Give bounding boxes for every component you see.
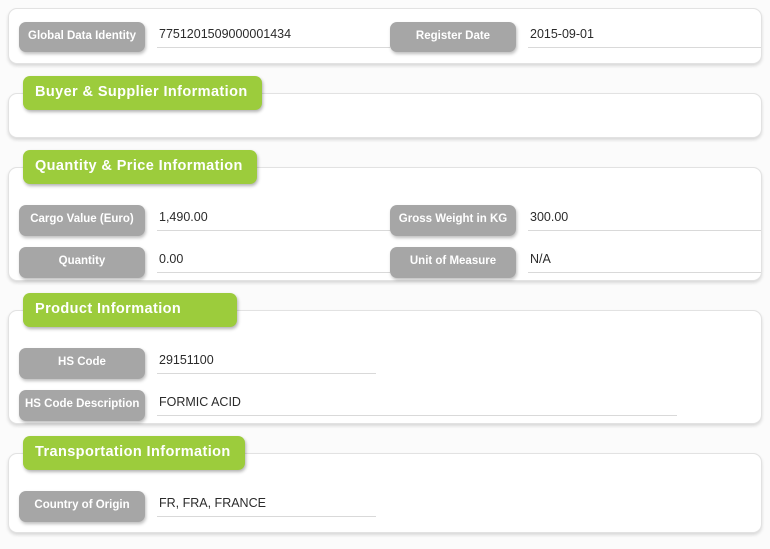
transportation-information-panel: Transportation Information Country of Or… (8, 436, 762, 533)
section-header-transportation-information: Transportation Information (23, 436, 245, 470)
field-value-hs-code-description: FORMIC ACID (159, 395, 241, 410)
field-row: Quantity 0.00 Unit of Measure N/A (19, 247, 761, 289)
identity-panel: Global Data Identity 7751201509000001434… (8, 8, 762, 64)
field-hs-code-description: HS Code Description FORMIC ACID (19, 390, 677, 421)
field-label-cargo-value-euro: Cargo Value (Euro) (19, 205, 145, 236)
field-cargo-value-euro: Cargo Value (Euro) 1,490.00 (19, 205, 390, 236)
field-label-unit-of-measure: Unit of Measure (390, 247, 516, 278)
field-label-country-of-origin: Country of Origin (19, 491, 145, 522)
field-value-wrap[interactable]: 29151100 (157, 352, 376, 375)
field-value-wrap[interactable]: FR, FRA, FRANCE (157, 495, 376, 518)
field-value-wrap[interactable]: 300.00 (528, 209, 761, 232)
section-header-product-information: Product Information (23, 293, 237, 327)
buyer-supplier-section: Buyer & Supplier Information (8, 76, 762, 138)
field-label-quantity: Quantity (19, 247, 145, 278)
field-value-unit-of-measure: N/A (530, 252, 551, 267)
field-label-gross-weight-kg: Gross Weight in KG (390, 205, 516, 236)
section-header-buyer-supplier: Buyer & Supplier Information (23, 76, 262, 110)
field-row: Global Data Identity 7751201509000001434… (19, 9, 761, 65)
product-information-section: Product Information HS Code 29151100 HS … (8, 293, 762, 424)
quantity-price-section: Quantity & Price Information Cargo Value… (8, 150, 762, 281)
field-register-date: Register Date 2015-09-01 (390, 21, 761, 53)
field-value-cargo-value-euro: 1,490.00 (159, 210, 208, 225)
field-label-hs-code-description: HS Code Description (19, 390, 145, 421)
field-gross-weight-kg: Gross Weight in KG 300.00 (390, 205, 761, 236)
field-value-register-date: 2015-09-01 (530, 27, 594, 41)
field-value-quantity: 0.00 (159, 252, 184, 267)
field-row: HS Code Description FORMIC ACID (19, 390, 751, 432)
field-value-wrap[interactable]: 2015-09-01 (528, 26, 761, 48)
field-label-hs-code: HS Code (19, 348, 145, 379)
field-value-wrap[interactable]: 7751201509000001434 (157, 26, 390, 48)
field-value-wrap[interactable]: FORMIC ACID (157, 394, 677, 417)
quantity-price-panel: Quantity & Price Information Cargo Value… (8, 150, 762, 281)
field-unit-of-measure: Unit of Measure N/A (390, 247, 761, 278)
transportation-information-section: Transportation Information Country of Or… (8, 436, 762, 533)
field-global-data-identity: Global Data Identity 7751201509000001434 (19, 21, 390, 53)
field-value-hs-code: 29151100 (159, 353, 214, 368)
field-hs-code: HS Code 29151100 (19, 348, 390, 379)
field-value-wrap[interactable]: 0.00 (157, 251, 390, 274)
record-detail-page: Global Data Identity 7751201509000001434… (0, 8, 770, 549)
field-value-country-of-origin: FR, FRA, FRANCE (159, 496, 266, 511)
field-value-global-data-identity: 7751201509000001434 (159, 27, 292, 41)
field-row: HS Code 29151100 (19, 348, 751, 390)
section-header-quantity-price: Quantity & Price Information (23, 150, 257, 184)
field-label-global-data-identity: Global Data Identity (19, 21, 145, 53)
field-value-wrap[interactable]: 1,490.00 (157, 209, 390, 232)
field-row: Country of Origin FR, FRA, FRANCE (19, 491, 751, 533)
field-quantity: Quantity 0.00 (19, 247, 390, 278)
buyer-supplier-panel: Buyer & Supplier Information (8, 76, 762, 138)
field-country-of-origin: Country of Origin FR, FRA, FRANCE (19, 491, 390, 522)
field-label-register-date: Register Date (390, 21, 516, 53)
field-value-wrap[interactable]: N/A (528, 251, 761, 274)
product-information-panel: Product Information HS Code 29151100 HS … (8, 293, 762, 424)
field-row: Cargo Value (Euro) 1,490.00 Gross Weight… (19, 205, 761, 247)
field-value-gross-weight-kg: 300.00 (530, 210, 569, 225)
identity-section: Global Data Identity 7751201509000001434… (8, 8, 762, 64)
